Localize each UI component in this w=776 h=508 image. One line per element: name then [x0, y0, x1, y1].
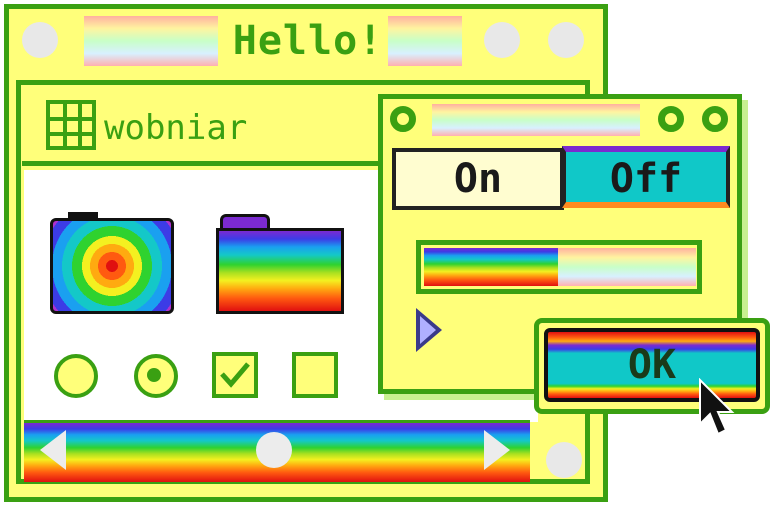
play-icon-inner — [420, 316, 436, 344]
checkbox-2[interactable] — [292, 352, 338, 398]
dialog-minimize-button[interactable] — [658, 106, 684, 132]
grid-icon — [46, 100, 96, 150]
dialog-title-stripes — [432, 104, 640, 136]
toggle-off-label: Off — [609, 156, 683, 202]
scroll-right-arrow-icon[interactable] — [484, 430, 510, 470]
toggle-off-button[interactable]: Off — [562, 146, 730, 208]
title-stripes-left — [84, 16, 218, 66]
window-zoom-button[interactable] — [548, 22, 584, 58]
folder-icon[interactable] — [216, 228, 344, 314]
mouse-cursor-icon — [699, 378, 735, 436]
progress-remaining — [558, 248, 696, 286]
checkmark-icon — [220, 362, 250, 388]
camera-icon[interactable] — [50, 218, 174, 314]
window-close-button[interactable] — [22, 22, 58, 58]
progress-fill — [424, 248, 558, 286]
scroll-left-arrow-icon[interactable] — [40, 430, 66, 470]
radio-button-1[interactable] — [54, 354, 98, 398]
resize-handle[interactable] — [546, 442, 582, 478]
title-stripes-right — [388, 16, 462, 66]
radio-selected-dot — [147, 368, 161, 382]
checkbox-1[interactable] — [212, 352, 258, 398]
scroll-thumb[interactable] — [256, 432, 292, 468]
toggle-on-button[interactable]: On — [392, 148, 564, 210]
window-title: Hello! — [232, 18, 384, 64]
inner-window-title: wobniar — [104, 108, 248, 148]
dialog-close-button[interactable] — [390, 106, 416, 132]
window-minimize-button[interactable] — [484, 22, 520, 58]
dialog-zoom-button[interactable] — [702, 106, 728, 132]
toggle-on-label: On — [453, 156, 503, 202]
